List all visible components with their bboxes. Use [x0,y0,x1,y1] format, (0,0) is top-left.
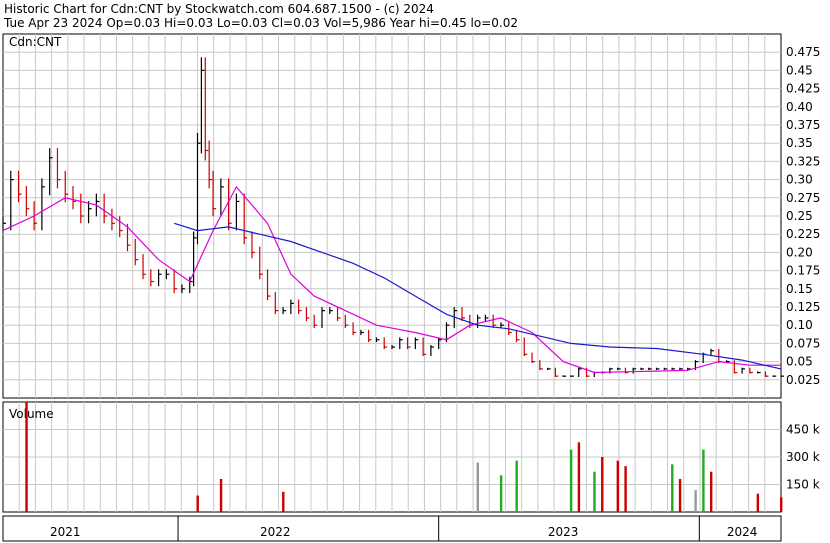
price-tick-label: 0.10 [786,318,813,332]
price-tick-label: 0.45 [786,63,813,77]
volume-bar [219,479,223,512]
price-tick-label: 0.175 [786,264,820,278]
volume-bar [601,457,604,512]
volume-bar [196,495,199,512]
x-tick-label: 2021 [50,525,81,539]
price-tick-label: 0.25 [786,209,813,223]
volume-bar [780,497,783,512]
volume-bar [25,402,28,512]
volume-bar [694,490,697,512]
volume-tick-label: 450 k [786,423,820,437]
volume-bar [476,462,479,512]
volume-bar [577,442,581,512]
volume-bar [678,479,682,512]
price-tick-label: 0.30 [786,173,813,187]
volume-bar [569,449,573,512]
price-tick-label: 0.275 [786,191,820,205]
price-tick-label: 0.20 [786,245,813,259]
price-tick-label: 0.375 [786,118,820,132]
price-tick-label: 0.075 [786,336,820,350]
volume-bar [499,475,503,512]
volume-bar [624,466,627,512]
price-panel: 0.475 0.45 0.425 0.40 0.375 0.35 0.325 0.30 0.27… [2,33,820,399]
volume-bar [709,471,713,512]
price-tick-label: 0.05 [786,355,813,369]
volume-bar [702,449,705,512]
price-tick-label: 0.325 [786,154,820,168]
volume-bar [593,471,596,512]
price-tick-label: 0.15 [786,282,813,296]
volume-legend: Volume [9,407,54,421]
x-tick-label: 2024 [727,525,758,539]
volume-bar [616,460,620,512]
x-tick-label: 2023 [548,525,579,539]
price-legend: Cdn:CNT [9,35,62,49]
price-tick-label: 0.225 [786,227,820,241]
price-tick-label: 0.475 [786,45,820,59]
background [0,0,830,543]
volume-bar [515,460,518,512]
x-tick-label: 2022 [260,525,291,539]
price-tick-label: 0.025 [786,373,820,387]
price-grid [3,34,781,398]
chart-title: Historic Chart for Cdn:CNT by Stockwatch… [4,2,434,16]
volume-tick-label: 150 k [786,478,820,492]
price-tick-label: 0.40 [786,100,813,114]
chart-subtitle: Tue Apr 23 2024 Op=0.03 Hi=0.03 Lo=0.03 … [3,16,518,30]
price-tick-label: 0.125 [786,300,820,314]
volume-axis: 450 k 300 k 150 k [786,423,820,492]
volume-bar [282,491,285,512]
stock-chart: Historic Chart for Cdn:CNT by Stockwatch… [0,0,830,543]
volume-bar [671,464,674,512]
price-tick-label: 0.425 [786,82,820,96]
price-tick-label: 0.35 [786,136,813,150]
volume-tick-label: 300 k [786,450,820,464]
volume-bar [756,493,760,512]
